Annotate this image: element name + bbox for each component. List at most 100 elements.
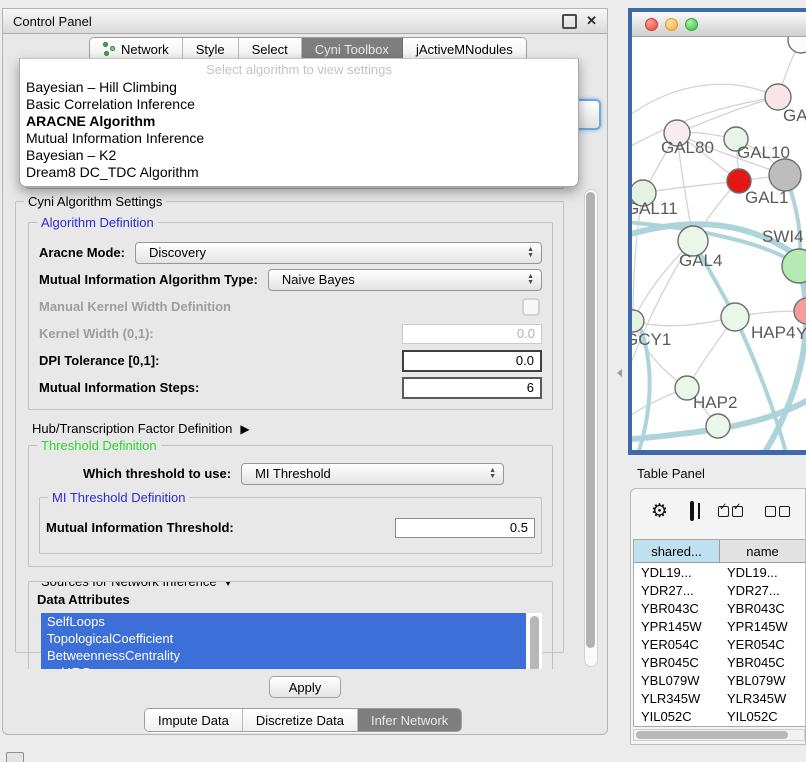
mi-threshold-row: Mutual Information Threshold: 0.5 xyxy=(46,516,535,539)
aracne-mode-row: Aracne Mode: Discovery ▲▼ xyxy=(39,241,542,264)
network-node[interactable] xyxy=(788,37,806,53)
table-row[interactable]: YPR145WYPR145W9. xyxy=(634,617,806,635)
tab-select[interactable]: Select xyxy=(239,38,302,60)
tab-cyni-toolbox[interactable]: Cyni Toolbox xyxy=(302,38,403,60)
table-row[interactable]: YER054CYER054C8. xyxy=(634,635,806,653)
tab-label: Network xyxy=(121,42,169,57)
table-cell: YDR27... xyxy=(634,583,720,598)
table-cell: YER054C xyxy=(720,637,806,652)
tab-label: Cyni Toolbox xyxy=(315,42,389,57)
minimize-window-icon[interactable] xyxy=(665,18,678,31)
data-attribute-item[interactable]: SelfLoops xyxy=(41,613,526,630)
list-scrollbar[interactable] xyxy=(529,614,540,669)
table-hscrollbar[interactable] xyxy=(633,729,805,741)
algorithm-option[interactable]: Bayesian – K2 xyxy=(20,147,578,164)
tab-discretize-data[interactable]: Discretize Data xyxy=(243,709,358,731)
network-canvas[interactable]: GALGAL80GAL10GAL1GAL11SWI4GAL4GCY1HAP4YH… xyxy=(632,37,806,450)
screen: Control Panel ✕ NetworkStyleSelectCyni T… xyxy=(0,0,806,762)
network-node-swi4[interactable] xyxy=(782,249,806,283)
gear-icon[interactable]: ⚙ xyxy=(651,500,668,523)
table-row[interactable]: YDL19...YDL19...13 xyxy=(634,563,806,581)
expander-collapsed-icon: ▶ xyxy=(240,422,249,436)
algorithm-option[interactable]: Bayesian – Hill Climbing xyxy=(20,79,578,96)
network-window-titlebar xyxy=(632,12,806,37)
table-row[interactable]: YIL052CYIL052C9 xyxy=(634,707,806,725)
algorithm-dropdown-hint: Select algorithm to view settings xyxy=(20,60,578,79)
which-threshold-label: Which threshold to use: xyxy=(83,466,231,481)
settings-scrollbar[interactable] xyxy=(584,189,598,667)
table-cell: YPR145W xyxy=(720,619,806,634)
mi-type-value: Naive Bayes xyxy=(282,272,527,287)
table-row[interactable]: YLR345WYLR345W9. xyxy=(634,689,806,707)
mi-threshold-field[interactable]: 0.5 xyxy=(395,518,535,538)
network-view-window: GALGAL80GAL10GAL1GAL11SWI4GAL4GCY1HAP4YH… xyxy=(628,8,806,455)
data-attribute-item[interactable]: BetweennessCentrality xyxy=(41,647,526,664)
aracne-mode-combobox[interactable]: Discovery ▲▼ xyxy=(135,242,542,264)
table-cell: YBR043C xyxy=(634,601,720,616)
algorithm-option[interactable]: Basic Correlation Inference xyxy=(20,96,578,113)
columns-icon[interactable] xyxy=(690,501,694,521)
apply-button[interactable]: Apply xyxy=(269,676,341,698)
tab-label: Discretize Data xyxy=(256,713,344,728)
mi-type-combobox[interactable]: Naive Bayes ▲▼ xyxy=(268,269,542,291)
select-all-columns-icon[interactable] xyxy=(718,506,743,517)
close-window-icon[interactable] xyxy=(645,18,658,31)
node-label: GAL10 xyxy=(737,143,790,162)
column-header[interactable]: shared... xyxy=(634,540,720,562)
network-node-y[interactable] xyxy=(794,298,806,324)
tab-infer-network[interactable]: Infer Network xyxy=(358,709,461,731)
data-attribute-item[interactable]: TopologicalCoefficient xyxy=(41,630,526,647)
tab-impute-data[interactable]: Impute Data xyxy=(145,709,243,731)
node-labels-layer: GALGAL80GAL10GAL1GAL11SWI4GAL4GCY1HAP4YH… xyxy=(632,106,806,412)
table-row[interactable]: YDR27...YDR27...12 xyxy=(634,581,806,599)
control-panel-window: Control Panel ✕ NetworkStyleSelectCyni T… xyxy=(2,8,608,735)
which-threshold-value: MI Threshold xyxy=(255,466,489,481)
hub-definition-expander[interactable]: Hub/Transcription Factor Definition ▶ xyxy=(32,421,553,436)
algorithm-option[interactable]: ARACNE Algorithm xyxy=(20,113,578,130)
manual-kernel-row: Manual Kernel Width Definition xyxy=(39,295,542,318)
float-window-icon[interactable] xyxy=(562,14,577,29)
tab-jactivemnodules[interactable]: jActiveMNodules xyxy=(403,38,526,60)
tab-style[interactable]: Style xyxy=(183,38,239,60)
zoom-window-icon[interactable] xyxy=(685,18,698,31)
dpi-tolerance-row: DPI Tolerance [0,1]: 0.0 xyxy=(39,349,542,372)
edge xyxy=(760,266,806,450)
table-row[interactable]: YBR045CYBR045C9. xyxy=(634,653,806,671)
which-threshold-combobox[interactable]: MI Threshold ▲▼ xyxy=(241,463,504,485)
data-attribute-item[interactable]: gal4RGexp xyxy=(41,664,526,669)
table-row[interactable]: YBL079WYBL079W xyxy=(634,671,806,689)
network-node[interactable] xyxy=(706,414,730,438)
cyni-algorithm-settings-title: Cyni Algorithm Settings xyxy=(24,194,166,209)
column-header[interactable]: name xyxy=(720,540,806,562)
algorithm-dropdown-popup: Select algorithm to view settings Bayesi… xyxy=(19,58,579,187)
node-label: GCY1 xyxy=(632,330,671,349)
minimized-panel-icon[interactable] xyxy=(6,752,24,762)
mi-type-label: Mutual Information Algorithm Type: xyxy=(39,272,258,287)
table-row[interactable]: YBR043CYBR043C xyxy=(634,599,806,617)
algorithm-option[interactable]: Mutual Information Inference xyxy=(20,130,578,147)
edge xyxy=(677,97,778,133)
tab-label: Impute Data xyxy=(158,713,229,728)
kernel-width-row: Kernel Width (0,1): 0.0 xyxy=(39,322,542,345)
cyni-bottom-tabbar: Impute Data Discretize Data Infer Network xyxy=(144,708,462,732)
mi-steps-row: Mutual Information Steps: 6 xyxy=(39,376,542,399)
cyni-settings-viewport: Cyni Algorithm Settings Algorithm Defini… xyxy=(13,187,578,669)
tab-network[interactable]: Network xyxy=(90,38,183,60)
dpi-tolerance-field[interactable]: 0.0 xyxy=(402,350,542,372)
table-cell: YIL052C xyxy=(720,709,806,724)
kernel-width-field[interactable]: 0.0 xyxy=(402,324,542,344)
network-icon xyxy=(103,42,116,56)
table-cell: YPR145W xyxy=(634,619,720,634)
edge xyxy=(643,181,739,193)
splitter-grip[interactable] xyxy=(617,369,622,377)
deselect-all-columns-icon[interactable] xyxy=(765,506,790,517)
algorithm-option[interactable]: Dream8 DC_TDC Algorithm xyxy=(20,164,578,181)
network-node[interactable] xyxy=(769,159,801,191)
hub-definition-label: Hub/Transcription Factor Definition xyxy=(32,421,232,436)
network-node-hap4[interactable] xyxy=(721,303,749,331)
data-attributes-list[interactable]: SelfLoopsTopologicalCoefficientBetweenne… xyxy=(41,613,542,669)
data-attributes-label: Data Attributes xyxy=(37,592,546,607)
manual-kernel-checkbox[interactable] xyxy=(522,298,540,316)
close-panel-icon[interactable]: ✕ xyxy=(586,13,597,29)
mi-steps-field[interactable]: 6 xyxy=(402,377,542,399)
